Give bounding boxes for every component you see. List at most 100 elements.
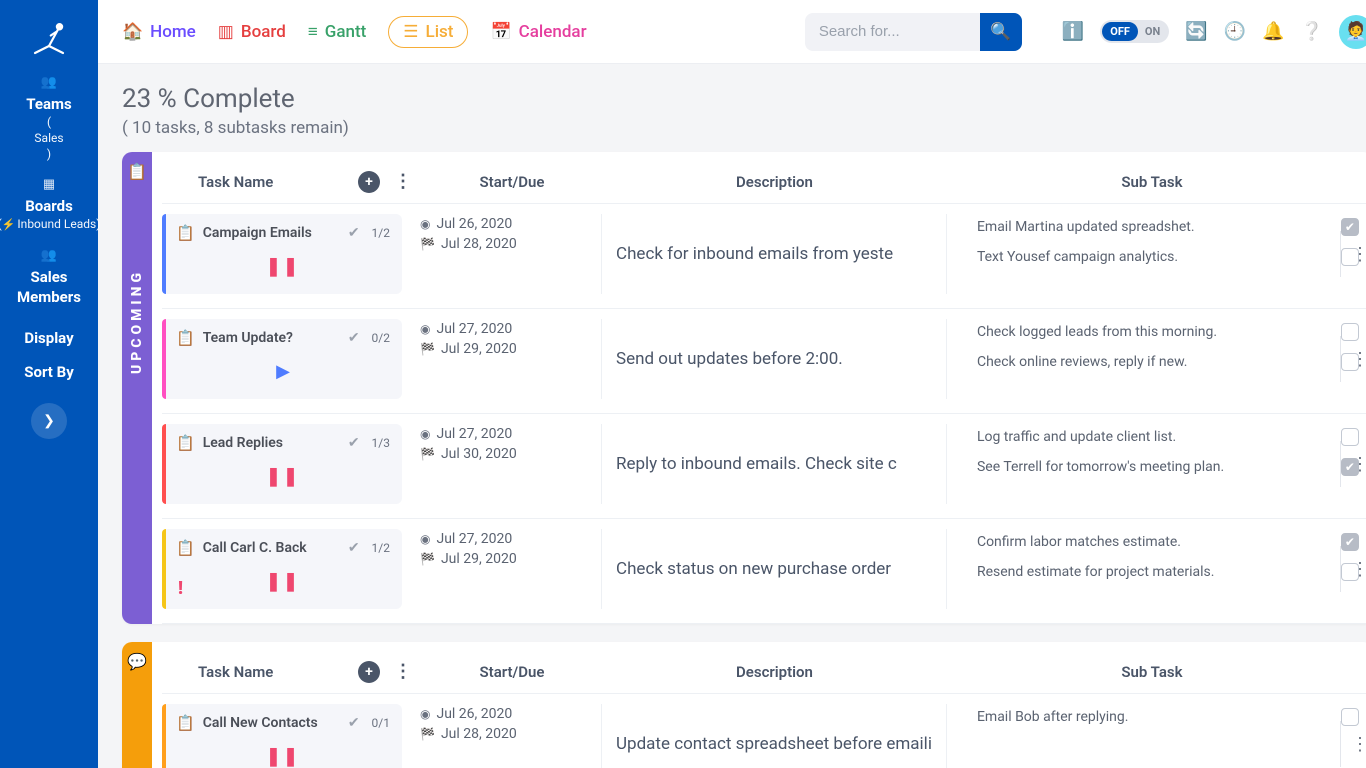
sync-icon[interactable]: 🔄 xyxy=(1185,21,1207,42)
start-date: Jul 27, 2020 xyxy=(436,531,512,547)
completion-summary: 23 % Complete ( 10 tasks, 8 subtasks rem… xyxy=(122,84,1366,138)
due-date: Jul 28, 2020 xyxy=(441,236,517,252)
subtask-text: Check online reviews, reply if new. xyxy=(977,354,1188,370)
help-icon[interactable]: ❔ xyxy=(1301,21,1323,42)
sidebar-members[interactable]: 👥 Sales Members xyxy=(17,247,81,307)
sidebar-display[interactable]: Display xyxy=(24,329,73,347)
check-icon: ✔ xyxy=(348,540,360,556)
subtask-row: Resend estimate for project materials. xyxy=(977,563,1359,581)
start-date: Jul 26, 2020 xyxy=(436,706,512,722)
task-status[interactable]: ❚❚ xyxy=(176,256,390,277)
column-menu-button[interactable]: ⋮ xyxy=(394,661,412,683)
sidebar-boards[interactable]: ▦ Boards (Inbound Leads) xyxy=(0,176,100,233)
subtask-list: Email Bob after replying. ⋮ xyxy=(947,704,1366,768)
spine-icon: 💬 xyxy=(127,652,147,671)
row-menu-button[interactable]: ⋮ xyxy=(1340,441,1366,487)
task-group: 📋UPCOMINGTask Name+⋮Start/DueDescription… xyxy=(122,152,1366,624)
info-icon[interactable]: ℹ️ xyxy=(1062,21,1084,42)
grid-icon: ▦ xyxy=(0,176,100,194)
check-icon: ✔ xyxy=(348,435,360,451)
pause-icon: ❚❚ xyxy=(266,256,300,277)
column-menu-button[interactable]: ⋮ xyxy=(394,171,412,193)
subtask-row: Email Bob after replying. xyxy=(977,708,1359,726)
task-row: 📋Lead Replies✔1/3❚❚◉Jul 27, 2020🏁Jul 30,… xyxy=(162,414,1366,519)
task-row: 📋Call New Contacts✔0/1❚❚◉Jul 26, 2020🏁Ju… xyxy=(162,694,1366,768)
calendar-icon: 📅 xyxy=(490,22,511,42)
subtask-text: Log traffic and update client list. xyxy=(977,429,1176,445)
add-task-button[interactable]: + xyxy=(358,171,380,193)
task-row: 📋Campaign Emails✔1/2❚❚◉Jul 26, 2020🏁Jul … xyxy=(162,204,1366,309)
task-status[interactable]: ▶ xyxy=(176,361,390,382)
subtask-text: Email Martina updated spreadshet. xyxy=(977,219,1195,235)
check-icon: ✔ xyxy=(348,225,360,241)
bell-icon[interactable]: 🔔 xyxy=(1262,21,1284,42)
list-icon: ☰ xyxy=(403,22,418,42)
nav-board[interactable]: ▥Board xyxy=(218,22,286,42)
task-card[interactable]: 📋Call New Contacts✔0/1❚❚ xyxy=(162,704,402,768)
bolt-icon xyxy=(2,217,18,231)
subtask-row: Text Yousef campaign analytics. xyxy=(977,248,1359,266)
task-status[interactable]: ❚❚ xyxy=(176,746,390,767)
content: 23 % Complete ( 10 tasks, 8 subtasks rem… xyxy=(98,64,1366,768)
nav-list[interactable]: ☰List xyxy=(388,16,468,48)
avatar[interactable]: 🧑‍💼 xyxy=(1339,15,1366,49)
row-menu-button[interactable]: ⋮ xyxy=(1340,336,1366,382)
row-menu-button[interactable]: ⋮ xyxy=(1340,721,1366,767)
sidebar-collapse-button[interactable]: ❯ xyxy=(31,403,67,439)
subtask-text: Text Yousef campaign analytics. xyxy=(977,249,1178,265)
header-subtask: Sub Task xyxy=(937,663,1366,681)
searchbox: 🔍 xyxy=(805,13,1022,51)
start-icon: ◉ xyxy=(420,532,430,546)
app-logo xyxy=(28,18,70,60)
subtask-list: Log traffic and update client list.See T… xyxy=(947,424,1366,504)
subtask-text: Email Bob after replying. xyxy=(977,709,1129,725)
task-row: 📋Team Update?✔0/2▶◉Jul 27, 2020🏁Jul 29, … xyxy=(162,309,1366,414)
row-menu-button[interactable]: ⋮ xyxy=(1340,546,1366,592)
header-description: Description xyxy=(612,173,937,191)
task-card[interactable]: 📋Team Update?✔0/2▶ xyxy=(162,319,402,399)
task-card[interactable]: 📋Lead Replies✔1/3❚❚ xyxy=(162,424,402,504)
group-spine: 📋 UPCOMING xyxy=(122,152,152,624)
task-dates: ◉Jul 26, 2020🏁Jul 28, 2020 xyxy=(412,214,602,294)
due-icon: 🏁 xyxy=(420,727,435,741)
header-task-name: Task Name xyxy=(198,173,273,191)
task-card[interactable]: 📋Call Carl C. Back✔1/2❚❚! xyxy=(162,529,402,609)
subtask-text: Check logged leads from this morning. xyxy=(977,324,1217,340)
spine-icon: 📋 xyxy=(127,162,147,181)
group-label: UPCOMING xyxy=(129,269,145,374)
header-subtask: Sub Task xyxy=(937,173,1366,191)
task-name: Campaign Emails xyxy=(203,225,340,241)
subtask-list: Check logged leads from this morning. Che… xyxy=(947,319,1366,399)
play-icon: ▶ xyxy=(276,361,290,382)
sidebar-teams[interactable]: 👥 Teams ( Sales ) xyxy=(26,74,71,162)
search-button[interactable]: 🔍 xyxy=(980,13,1022,51)
header-date: Start/Due xyxy=(412,173,612,191)
clock-icon[interactable]: 🕘 xyxy=(1224,21,1246,42)
start-date: Jul 26, 2020 xyxy=(436,216,512,232)
task-status[interactable]: ❚❚ xyxy=(176,466,390,487)
task-row: 📋Call Carl C. Back✔1/2❚❚!◉Jul 27, 2020🏁J… xyxy=(162,519,1366,624)
pause-icon: ❚❚ xyxy=(266,746,300,767)
task-status[interactable]: ❚❚ xyxy=(176,571,390,592)
nav-calendar[interactable]: 📅Calendar xyxy=(490,22,586,42)
clipboard-icon: 📋 xyxy=(176,539,195,557)
search-input[interactable] xyxy=(805,13,980,51)
nav-home[interactable]: 🏠Home xyxy=(122,22,196,42)
chevron-right-icon: ❯ xyxy=(43,413,55,429)
pause-icon: ❚❚ xyxy=(266,466,300,487)
task-progress-ratio: 1/2 xyxy=(372,226,390,240)
row-menu-button[interactable]: ⋮ xyxy=(1340,231,1366,277)
sidebar-sortby[interactable]: Sort By xyxy=(24,363,74,381)
header-date: Start/Due xyxy=(412,663,612,681)
nav-gantt[interactable]: ≡Gantt xyxy=(308,22,366,42)
due-date: Jul 28, 2020 xyxy=(441,726,517,742)
task-dates: ◉Jul 26, 2020🏁Jul 28, 2020 xyxy=(412,704,602,768)
due-icon: 🏁 xyxy=(420,342,435,356)
add-task-button[interactable]: + xyxy=(358,661,380,683)
subtask-row: Email Martina updated spreadshet.✔ xyxy=(977,218,1359,236)
mode-toggle[interactable]: OFF ON xyxy=(1100,20,1169,43)
task-card[interactable]: 📋Campaign Emails✔1/2❚❚ xyxy=(162,214,402,294)
task-description: Check status on new purchase order xyxy=(602,529,947,609)
start-date: Jul 27, 2020 xyxy=(436,321,512,337)
subtask-row: Check logged leads from this morning. xyxy=(977,323,1359,341)
